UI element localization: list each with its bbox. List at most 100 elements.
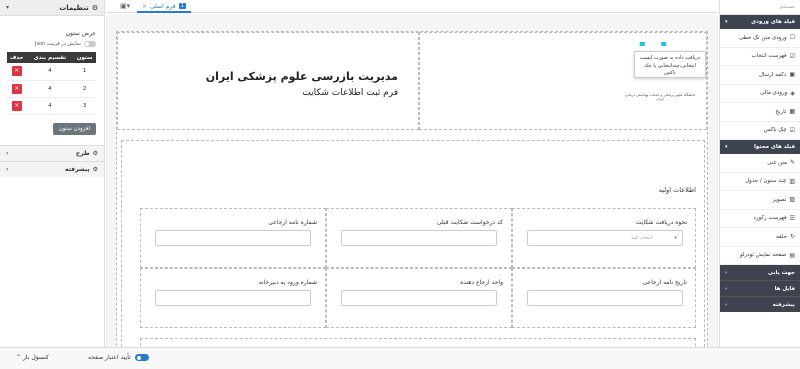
toolbox-item-record-list[interactable]: ☰ فهرست رکورد — [720, 210, 800, 228]
table-header: تقسیم بندی — [26, 52, 74, 63]
toolbox-panel: جستجو فیلد های ورودی ▾ ☐ ورودی متن تک خطی… — [719, 0, 800, 347]
header-logo-cell[interactable]: دانشگاه علوم پزشکی و خدمات بهداشتی درمان… — [419, 32, 707, 130]
section-label: طرح — [75, 149, 90, 157]
field-label: واحد ارجاع دهنده — [460, 279, 503, 286]
toggle-sidebar-icon[interactable]: ▣▾ — [120, 2, 130, 10]
delete-button[interactable]: × — [11, 83, 22, 94]
table-row: 1 4 × — [7, 63, 96, 81]
org-title: مدیریت بازرسی علوم پزشکی ایران — [205, 70, 398, 83]
loop-icon: ↻ — [789, 233, 795, 241]
chevron-left-icon: ‹ — [725, 301, 728, 308]
json-toggle-row: نمایش در فرمت Json — [0, 37, 104, 51]
files-header[interactable]: فایل ها ‹ — [720, 280, 800, 296]
table-row: 2 4 × — [7, 80, 96, 98]
header-title-cell[interactable]: مدیریت بازرسی علوم پزشکی ایران فرم ثبت ا… — [117, 32, 419, 130]
toolbox-item-date[interactable]: ▦ تاریخ — [720, 103, 800, 122]
column-division[interactable]: 4 — [26, 63, 74, 81]
referral-number-input[interactable] — [155, 230, 311, 246]
section-label: اطلاعات اولیه — [658, 186, 696, 194]
tab-main-form[interactable]: 1 فرم اصلی × — [137, 1, 191, 13]
toolbox-item-checkbox[interactable]: ☑ چک باکس — [720, 122, 800, 140]
search-input[interactable]: جستجو — [720, 0, 800, 15]
column-division[interactable]: 4 — [26, 97, 74, 115]
submit-button-icon: ▣ — [789, 71, 795, 79]
logo-caption: دانشگاه علوم پزشکی و خدمات بهداشتی درمان… — [624, 93, 696, 101]
rich-text-icon: ✎ — [789, 159, 795, 167]
toolbox-item-rich-text[interactable]: ✎ متن غنی — [720, 154, 800, 173]
settings-header[interactable]: ⚙ تنظیمات ▾ — [0, 0, 104, 16]
item-label: تاریخ — [775, 108, 787, 115]
settings-panel: ⚙ تنظیمات ▾ عرض ستون نمایش در فرمت Json … — [0, 0, 105, 369]
section-advanced[interactable]: ⚙ پیشرفته ‹ — [0, 160, 104, 177]
item-label: حلقه — [776, 233, 787, 240]
previous-complaint-code-input[interactable] — [341, 230, 497, 246]
complaint-method-select[interactable]: انتخاب کنید ▾ — [527, 230, 683, 246]
category-title: فیلد های ورودی — [751, 19, 795, 25]
column-number: 3 — [73, 97, 96, 115]
section-label: پیشرفته — [65, 165, 90, 173]
field-cell-previous-complaint-code[interactable]: کد درخواست شکایت قبلی — [326, 208, 512, 268]
field-label: کد درخواست شکایت قبلی — [436, 219, 503, 226]
toolbox-item-select-list[interactable]: ☑ فهرست انتخاب — [720, 48, 800, 66]
field-cell-referring-unit[interactable]: واحد ارجاع دهنده — [326, 268, 512, 328]
referring-unit-input[interactable] — [341, 290, 497, 306]
field-cell-complaint-method[interactable]: نحوه دریافت شکایت انتخاب کنید ▾ — [512, 208, 696, 268]
toolbox-item-loop[interactable]: ↻ حلقه — [720, 228, 800, 247]
item-label: تصویر — [772, 196, 787, 203]
close-icon[interactable]: × — [142, 3, 147, 10]
item-label: صفحه نمایش ثودرلو — [739, 252, 787, 259]
field-cell-referral-date[interactable]: تاریخ نامه ارجاعی — [512, 268, 696, 328]
currency-icon: ◈ — [790, 89, 795, 97]
select-list-icon: ☑ — [789, 52, 795, 60]
page-validation-toggle[interactable] — [134, 354, 149, 361]
toolbox-item-text-input[interactable]: ☐ ورودی متن تک خطی — [720, 29, 800, 48]
secretariat-entry-number-input[interactable] — [155, 290, 311, 306]
category-title: فایل ها — [774, 285, 795, 292]
field-cell-referral-number[interactable]: شماره نامه ارجاعی — [140, 208, 326, 268]
toolbox-item-currency-input[interactable]: ◈ ورودی مالی — [720, 85, 800, 103]
add-column-button[interactable]: افزودن ستون — [52, 122, 96, 135]
tooltip: دریافت داده به صورت لیست انتخابی،چندانتخ… — [634, 51, 706, 78]
form-body: اطلاعات اولیه شماره نامه ارجاعی کد درخوا… — [121, 140, 705, 369]
toolbox-item-columns-table[interactable]: ▥ چند ستون / جدول — [720, 173, 800, 191]
column-number: 1 — [73, 63, 96, 81]
chevron-down-icon: ▾ — [674, 235, 677, 241]
delete-button[interactable]: × — [11, 100, 22, 111]
chevron-left-icon: ‹ — [725, 285, 728, 292]
field-label: نحوه دریافت شکایت — [635, 219, 687, 226]
validate-label: تأیید اعتبار صفحه — [88, 354, 131, 361]
category-title: جهت یابی — [767, 269, 795, 276]
chevron-down-icon: ▾ — [725, 19, 728, 25]
form-page: مدیریت بازرسی علوم پزشکی ایران فرم ثبت ا… — [116, 31, 708, 369]
item-label: فهرست انتخاب — [751, 53, 787, 60]
tab-bar: ▣▾ — [106, 0, 718, 13]
item-label: دکمه ارسال — [758, 71, 787, 78]
form-title: فرم ثبت اطلاعات شکایت — [302, 88, 398, 98]
toolbox-item-display-page[interactable]: ▤ صفحه نمایش ثودرلو — [720, 247, 800, 265]
input-fields-header[interactable]: فیلد های ورودی ▾ — [720, 15, 800, 29]
settings-title: تنظیمات — [59, 3, 89, 12]
image-icon: ▨ — [789, 196, 795, 204]
bottom-bar: ⌃ کنسول باز تأیید اعتبار صفحه — [0, 347, 800, 369]
field-cell-secretariat-entry-number[interactable]: شماره ورود به دبیرخانه — [140, 268, 326, 328]
json-toggle[interactable] — [84, 41, 96, 47]
field-label: شماره ورود به دبیرخانه — [258, 279, 317, 286]
section-layout[interactable]: ⚙ طرح ‹ — [0, 144, 104, 161]
item-label: ورودی مالی — [760, 90, 788, 97]
category-title: فیلد های محتوا — [754, 144, 795, 150]
advanced-header[interactable]: پیشرفته ‹ — [720, 296, 800, 312]
tab-label: فرم اصلی — [150, 2, 176, 10]
column-division[interactable]: 4 — [26, 80, 74, 98]
content-fields-header[interactable]: فیلد های محتوا ▾ — [720, 140, 800, 154]
toolbox-item-image[interactable]: ▨ تصویر — [720, 191, 800, 210]
item-label: ورودی متن تک خطی — [738, 34, 787, 41]
open-console-button[interactable]: ⌃ کنسول باز — [16, 354, 49, 361]
toolbox-item-submit-button[interactable]: ▣ دکمه ارسال — [720, 66, 800, 85]
navigation-header[interactable]: جهت یابی ‹ — [720, 265, 800, 280]
console-label: کنسول باز — [23, 354, 49, 361]
referral-date-input[interactable] — [527, 290, 683, 306]
delete-button[interactable]: × — [11, 66, 22, 77]
chevron-left-icon: ‹ — [725, 269, 728, 276]
item-label: چک باکس — [763, 127, 787, 134]
calendar-icon: ▦ — [789, 108, 795, 116]
